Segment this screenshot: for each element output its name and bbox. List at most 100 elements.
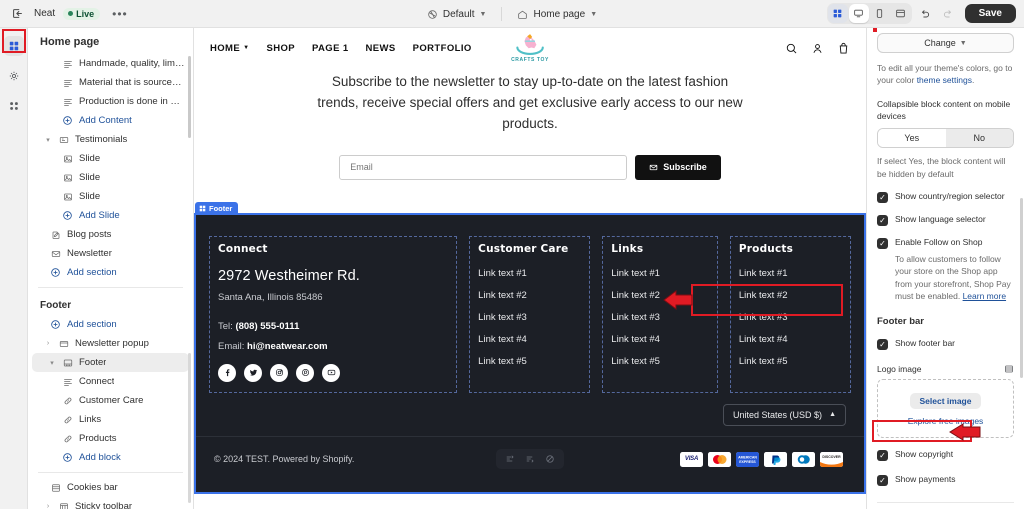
page-selector[interactable]: Home page ▼ (510, 6, 604, 23)
apps-rail-icon[interactable] (4, 96, 24, 116)
pinterest-icon[interactable] (296, 364, 314, 382)
sidebar-scrollbar[interactable] (188, 56, 191, 138)
sidebar-item-blog-posts[interactable]: Blog posts (28, 225, 193, 244)
mobile-icon[interactable] (870, 4, 890, 23)
nav-link-home[interactable]: HOME▼ (210, 43, 249, 54)
show-payments-checkbox[interactable]: ✓ Show payments (877, 474, 1014, 486)
show-footer-bar-checkbox[interactable]: ✓ Show footer bar (877, 338, 1014, 350)
sidebar-item-slide[interactable]: Slide (28, 168, 193, 187)
sidebar-item-connect[interactable]: Connect (28, 372, 193, 391)
footer-link[interactable]: Link text #2 (739, 290, 842, 301)
footer-link[interactable]: Link text #5 (478, 356, 581, 367)
sections-icon[interactable] (828, 4, 848, 23)
theme-settings-accordion[interactable]: Theme Settings ▼ (877, 502, 1014, 509)
sidebar-item-add-section[interactable]: Add section (28, 315, 193, 334)
image-picker-icon[interactable] (1004, 364, 1014, 374)
sidebar-item-material-that-is-sourced-from[interactable]: Material that is sourced from ... (28, 73, 193, 92)
sidebar-item-links[interactable]: Links (28, 410, 193, 429)
theme-settings-link[interactable]: theme settings (917, 75, 972, 85)
sidebar-item-production-is-done-in-europe[interactable]: Production is done in Europe ... (28, 92, 193, 111)
learn-more-link[interactable]: Learn more (963, 291, 1006, 301)
sidebar-item-sticky-toolbar[interactable]: ›Sticky toolbar (28, 497, 193, 509)
footer-link[interactable]: Link text #5 (739, 356, 842, 367)
explore-free-images-link[interactable]: Explore free images (886, 416, 1005, 426)
footer-link[interactable]: Link text #1 (611, 268, 709, 279)
sidebar-item-label: Material that is sourced from ... (79, 77, 185, 88)
sidebar-item-cookies-bar[interactable]: Cookies bar (28, 478, 193, 497)
sidebar-item-add-section[interactable]: Add section (28, 263, 193, 282)
save-button[interactable]: Save (965, 4, 1016, 23)
sidebar-item-newsletter-popup[interactable]: ›Newsletter popup (28, 334, 193, 353)
sidebar-item-slide[interactable]: Slide (28, 187, 193, 206)
sections-rail-icon[interactable] (4, 36, 24, 56)
footer-link[interactable]: Link text #3 (739, 312, 842, 323)
footer-link[interactable]: Link text #4 (739, 334, 842, 345)
footer-link[interactable]: Link text #4 (611, 334, 709, 345)
chevron-down-icon[interactable]: ▾ (44, 136, 52, 144)
chevron-right-icon[interactable]: › (44, 340, 52, 347)
store-logo[interactable]: CRAFTS TOY (511, 32, 549, 63)
youtube-icon[interactable] (322, 364, 340, 382)
footer-column-links[interactable]: Links Link text #1Link text #2Link text … (603, 237, 717, 392)
sidebar-item-add-block[interactable]: Add block (28, 448, 193, 467)
theme-selector[interactable]: Default ▼ (420, 6, 494, 23)
nav-link-shop[interactable]: SHOP (266, 43, 295, 54)
footer-link[interactable]: Link text #2 (478, 290, 581, 301)
chevron-down-icon[interactable]: ▾ (48, 359, 56, 367)
nav-link-news[interactable]: NEWS (366, 43, 396, 54)
sidebar-item-add-slide[interactable]: Add Slide (28, 206, 193, 225)
footer-link[interactable]: Link text #5 (611, 356, 709, 367)
sidebar-item-slide[interactable]: Slide (28, 149, 193, 168)
chevron-right-icon[interactable]: › (44, 503, 52, 509)
instagram-icon[interactable] (270, 364, 288, 382)
sidebar-scrollbar-lower[interactable] (188, 353, 191, 503)
footer-link[interactable]: Link text #2 (611, 290, 709, 301)
footer-column-customer-care[interactable]: Customer Care Link text #1Link text #2Li… (470, 237, 589, 392)
footer-column-products[interactable]: Products Link text #1Link text #2Link te… (731, 237, 850, 392)
facebook-icon[interactable] (218, 364, 236, 382)
redo-button[interactable] (938, 4, 958, 23)
sidebar-item-customer-care[interactable]: Customer Care (28, 391, 193, 410)
email-input[interactable] (339, 155, 627, 180)
cart-icon[interactable] (837, 42, 850, 55)
nav-link-page-1[interactable]: PAGE 1 (312, 43, 349, 54)
sidebar-scroll-area[interactable]: Handmade, quality, limited ru... Material… (28, 54, 193, 509)
show-country-selector-checkbox[interactable]: ✓ Show country/region selector (877, 191, 1014, 203)
eye-off-icon[interactable] (545, 454, 555, 464)
undo-button[interactable] (915, 4, 935, 23)
show-language-selector-checkbox[interactable]: ✓ Show language selector (877, 214, 1014, 226)
logo-image-dropzone[interactable]: Select image Explore free images (877, 379, 1014, 438)
sidebar-item-handmade-quality-limited-ru[interactable]: Handmade, quality, limited ru... (28, 54, 193, 73)
sidebar-item-footer[interactable]: ▾Footer (32, 353, 189, 372)
footer-link[interactable]: Link text #1 (478, 268, 581, 279)
color-scheme-change-button[interactable]: Change ▼ (877, 33, 1014, 53)
show-copyright-checkbox[interactable]: ✓ Show copyright (877, 449, 1014, 461)
nav-link-portfolio[interactable]: PORTFOLIO (413, 43, 472, 54)
more-options-button[interactable]: ••• (108, 7, 132, 21)
segment-no[interactable]: No (946, 129, 1014, 147)
segment-yes[interactable]: Yes (878, 129, 946, 147)
compare-icon[interactable] (505, 454, 515, 464)
sidebar-item-add-content[interactable]: Add Content (28, 111, 193, 130)
sidebar-item-products[interactable]: Products (28, 429, 193, 448)
sidebar-item-newsletter[interactable]: Newsletter (28, 244, 193, 263)
subscribe-button[interactable]: Subscribe (635, 155, 721, 180)
exit-icon[interactable] (8, 5, 26, 23)
account-icon[interactable] (811, 42, 824, 55)
sidebar-item-testimonials[interactable]: ▾Testimonials (28, 130, 193, 149)
footer-link[interactable]: Link text #1 (739, 268, 842, 279)
search-icon[interactable] (785, 42, 798, 55)
fullscreen-icon[interactable] (891, 4, 911, 23)
enable-follow-on-shop-checkbox[interactable]: ✓ Enable Follow on Shop (877, 237, 1014, 249)
settings-rail-icon[interactable] (4, 66, 24, 86)
select-image-button[interactable]: Select image (910, 393, 982, 409)
footer-section-tag[interactable]: Footer (195, 202, 238, 215)
country-currency-selector[interactable]: United States (USD $) ▲ (723, 404, 846, 426)
footer-link[interactable]: Link text #3 (478, 312, 581, 323)
footer-link[interactable]: Link text #4 (478, 334, 581, 345)
footer-link[interactable]: Link text #3 (611, 312, 709, 323)
twitter-icon[interactable] (244, 364, 262, 382)
footer-column-connect[interactable]: Connect 2972 Westheimer Rd. Santa Ana, I… (210, 237, 456, 392)
sort-icon[interactable] (525, 454, 535, 464)
desktop-icon[interactable] (849, 4, 869, 23)
